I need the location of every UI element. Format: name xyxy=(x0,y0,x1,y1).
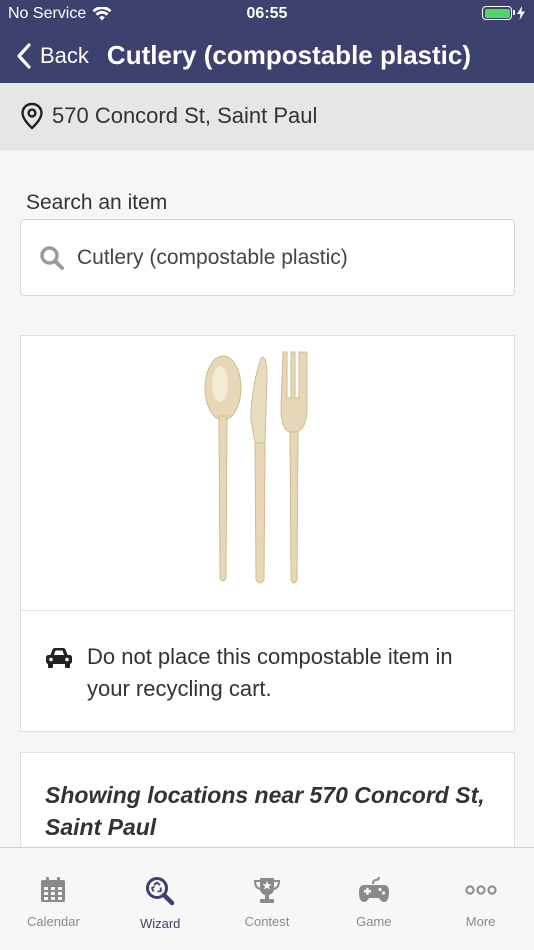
tab-wizard[interactable]: Wizard xyxy=(107,848,214,950)
tab-calendar[interactable]: Calendar xyxy=(0,848,107,950)
search-input[interactable] xyxy=(77,245,477,270)
status-bar: No Service 06:55 xyxy=(0,0,534,28)
recycle-search-icon xyxy=(146,877,175,906)
chevron-left-icon xyxy=(17,42,31,69)
more-icon xyxy=(464,885,497,895)
page-title: Cutlery (compostable plastic) xyxy=(106,40,471,70)
gamepad-icon xyxy=(358,876,389,902)
tab-calendar-label: Calendar xyxy=(27,914,80,929)
status-time: 06:55 xyxy=(246,5,288,22)
tab-contest-label: Contest xyxy=(244,914,290,929)
tab-game[interactable]: Game xyxy=(320,848,427,950)
tab-bar: Calendar Wizard Contest Game More xyxy=(0,847,534,950)
back-button[interactable]: Back xyxy=(0,43,89,69)
battery-fill xyxy=(484,8,510,18)
tab-more[interactable]: More xyxy=(427,848,534,950)
address-text: 570 Concord St, Saint Paul xyxy=(52,103,318,128)
compostable-cutlery-image xyxy=(204,351,307,584)
item-card: Do not place this compostable item in yo… xyxy=(20,335,515,732)
search-icon xyxy=(40,245,64,270)
battery-icon xyxy=(482,6,515,20)
location-pin-icon xyxy=(21,102,43,130)
search-label: Search an item xyxy=(26,191,168,214)
search-box[interactable] xyxy=(20,219,515,296)
tab-contest[interactable]: Contest xyxy=(214,848,321,950)
calendar-icon xyxy=(41,877,66,902)
car-icon xyxy=(46,648,72,668)
tab-more-label: More xyxy=(465,914,496,929)
charging-bolt-icon xyxy=(517,6,525,20)
trophy-icon xyxy=(253,878,280,903)
item-image xyxy=(21,336,514,611)
back-label: Back xyxy=(40,42,89,68)
address-bar[interactable]: 570 Concord St, Saint Paul xyxy=(0,83,534,150)
instruction-text: Do not place this compostable item in yo… xyxy=(87,644,453,701)
locations-heading: Showing locations near 570 Concord St, S… xyxy=(45,782,485,840)
tab-game-label: Game xyxy=(356,914,392,929)
item-instruction: Do not place this compostable item in yo… xyxy=(21,611,514,705)
tab-wizard-label: Wizard xyxy=(139,916,181,931)
status-right xyxy=(482,6,526,20)
navigation-bar: Back Cutlery (compostable plastic) xyxy=(0,28,534,83)
